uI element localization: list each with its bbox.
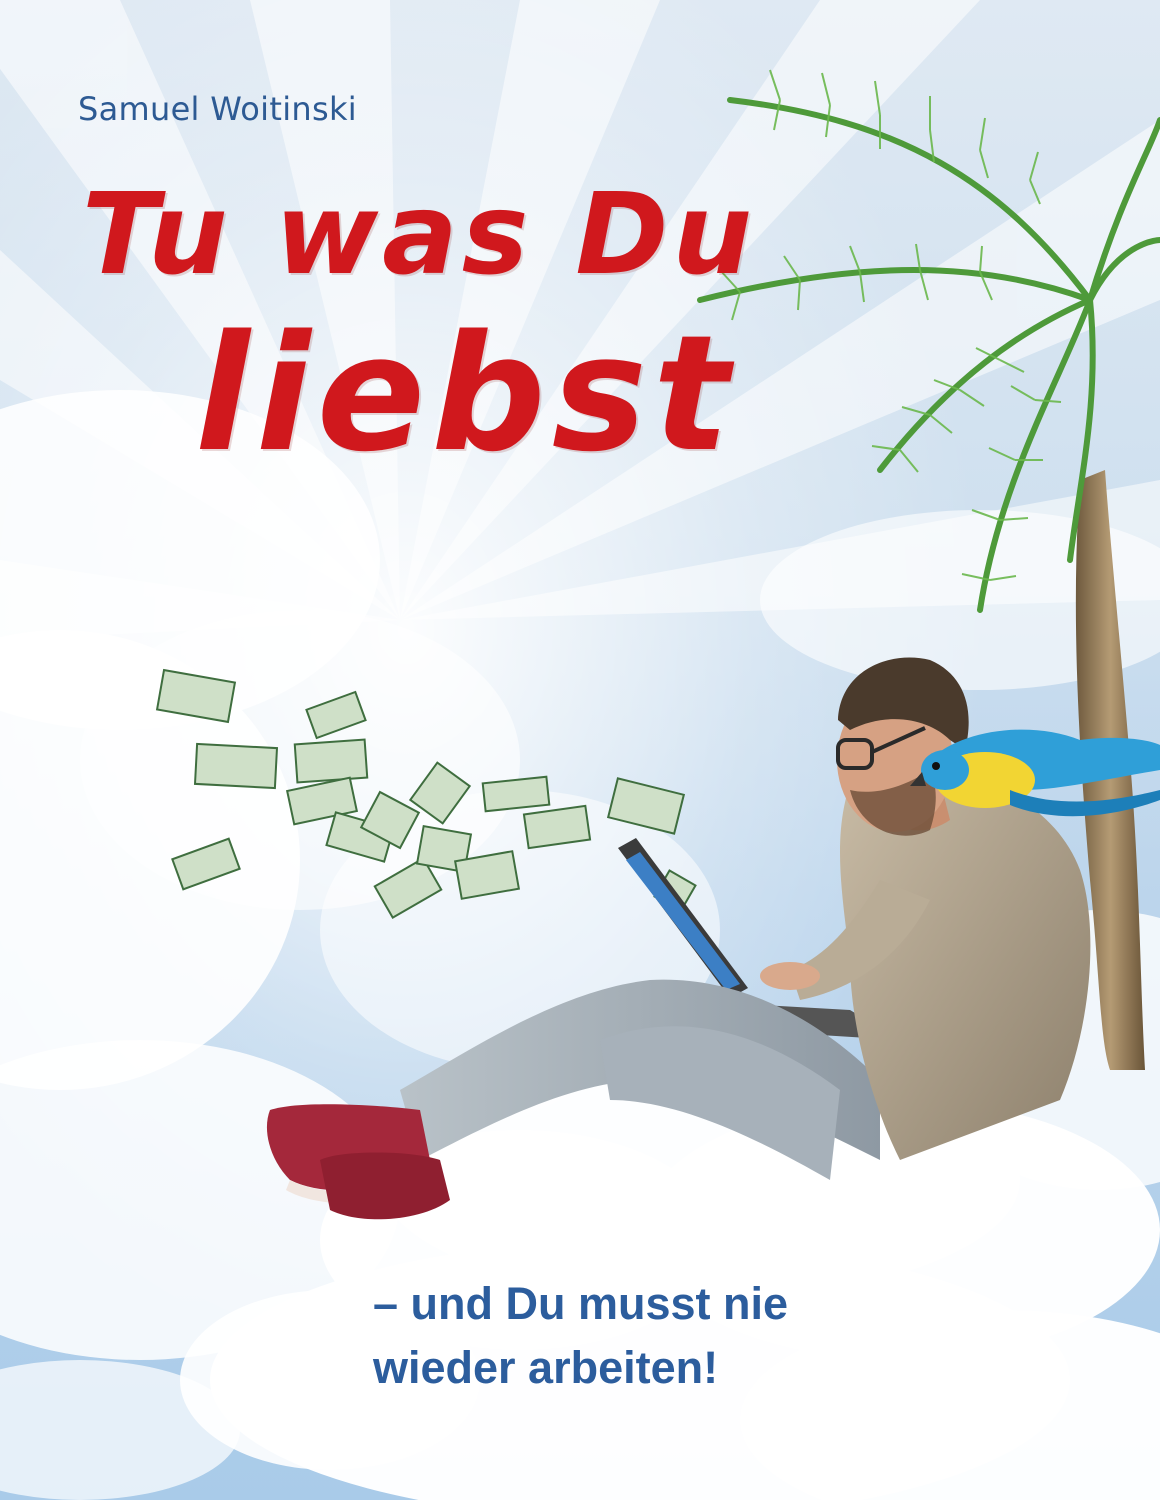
title-line-2: liebst xyxy=(195,300,736,487)
subtitle-line-1: – und Du musst nie xyxy=(373,1278,789,1329)
book-cover: Samuel Woitinski Tu was Du liebst – und … xyxy=(0,0,1160,1500)
author-name: Samuel Woitinski xyxy=(78,90,357,128)
title-line-1: Tu was Du xyxy=(82,170,757,300)
subtitle: – und Du musst nie wieder arbeiten! xyxy=(373,1272,933,1400)
subtitle-line-2: wieder arbeiten! xyxy=(373,1342,719,1393)
